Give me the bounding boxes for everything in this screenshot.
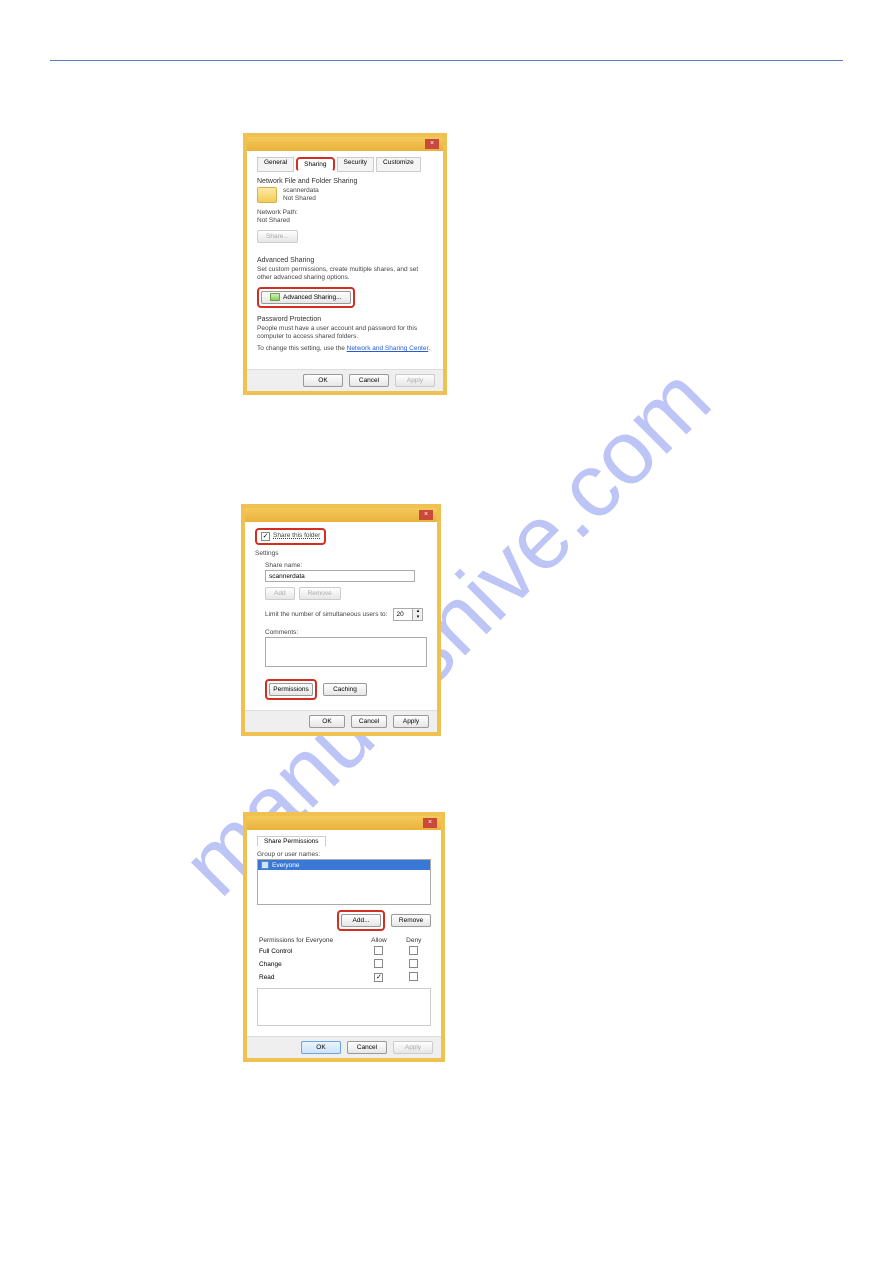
apply-button[interactable]: Apply <box>393 715 429 728</box>
tab-customize[interactable]: Customize <box>376 157 421 172</box>
header-rule <box>50 60 843 61</box>
allow-header: Allow <box>361 936 396 945</box>
network-path-label: Network Path: <box>257 209 433 217</box>
password-heading: Password Protection <box>257 316 433 323</box>
settings-label: Settings <box>255 550 427 558</box>
permissions-header: Permissions for Everyone <box>257 936 361 945</box>
folder-status-label: Not Shared <box>283 195 319 203</box>
share-button[interactable]: Share... <box>257 230 298 243</box>
remove-button[interactable]: Remove <box>391 914 431 927</box>
apply-button[interactable]: Apply <box>395 374 435 387</box>
titlebar: × <box>245 508 437 522</box>
close-icon[interactable]: × <box>419 510 433 520</box>
advanced-description: Set custom permissions, create multiple … <box>257 266 433 282</box>
spinner-down-icon[interactable]: ▾ <box>413 615 422 621</box>
limit-users-input[interactable] <box>394 609 412 620</box>
nfs-heading: Network File and Folder Sharing <box>257 178 433 185</box>
users-icon <box>261 861 269 869</box>
comments-textarea[interactable] <box>265 637 427 667</box>
tab-share-permissions[interactable]: Share Permissions <box>257 836 326 847</box>
change-allow-checkbox[interactable] <box>374 959 383 968</box>
password-description: People must have a user account and pass… <box>257 325 433 341</box>
titlebar: × <box>247 137 443 151</box>
list-item[interactable]: Everyone <box>258 860 430 870</box>
advanced-heading: Advanced Sharing <box>257 257 433 264</box>
group-item-label: Everyone <box>272 862 299 869</box>
perm-name: Full Control <box>257 945 361 958</box>
perm-name: Read <box>257 971 361 984</box>
close-icon[interactable]: × <box>425 139 439 149</box>
cancel-button[interactable]: Cancel <box>349 374 389 387</box>
cancel-button[interactable]: Cancel <box>351 715 387 728</box>
permissions-dialog: × Share Permissions Group or user names:… <box>243 812 445 1062</box>
advanced-sharing-label: Advanced Sharing... <box>283 294 342 301</box>
close-icon[interactable]: × <box>423 818 437 828</box>
deny-header: Deny <box>397 936 431 945</box>
tab-security[interactable]: Security <box>337 157 374 172</box>
group-names-label: Group or user names: <box>257 851 431 859</box>
share-folder-label: Share this folder <box>273 532 320 540</box>
table-row: Read ✓ <box>257 971 431 984</box>
perm-name: Change <box>257 958 361 971</box>
read-deny-checkbox[interactable] <box>409 972 418 981</box>
network-path-value: Not Shared <box>257 217 433 225</box>
tab-general[interactable]: General <box>257 157 294 172</box>
share-name-label: Share name: <box>265 562 427 570</box>
limit-users-spinner[interactable]: ▴▾ <box>393 608 423 621</box>
password-change-prefix: To change this setting, use the <box>257 345 345 352</box>
tab-strip: General Sharing Security Customize <box>257 157 433 172</box>
read-allow-checkbox[interactable]: ✓ <box>374 973 383 982</box>
add-button[interactable]: Add <box>265 587 295 600</box>
ok-button[interactable]: OK <box>309 715 345 728</box>
table-row: Full Control <box>257 945 431 958</box>
permissions-button[interactable]: Permissions <box>269 683 313 696</box>
apply-button[interactable]: Apply <box>393 1041 433 1054</box>
folder-icon <box>257 187 277 203</box>
fullcontrol-deny-checkbox[interactable] <box>409 946 418 955</box>
shield-icon <box>270 293 280 301</box>
add-button[interactable]: Add... <box>341 914 381 927</box>
document-page: manualshive.com × General Sharing Securi… <box>0 0 893 1263</box>
cancel-button[interactable]: Cancel <box>347 1041 387 1054</box>
share-folder-checkbox[interactable]: ✓ <box>261 532 270 541</box>
tab-sharing[interactable]: Sharing <box>296 157 334 172</box>
group-listbox[interactable]: Everyone <box>257 859 431 905</box>
comments-label: Comments: <box>265 629 427 637</box>
titlebar: × <box>247 816 441 830</box>
fullcontrol-allow-checkbox[interactable] <box>374 946 383 955</box>
limit-users-label: Limit the number of simultaneous users t… <box>265 611 387 619</box>
ok-button[interactable]: OK <box>303 374 343 387</box>
caching-button[interactable]: Caching <box>323 683 367 696</box>
remove-button[interactable]: Remove <box>299 587 341 600</box>
network-sharing-center-link[interactable]: Network and Sharing Center <box>347 345 429 352</box>
spacer-box <box>257 988 431 1026</box>
change-deny-checkbox[interactable] <box>409 959 418 968</box>
advanced-sharing-dialog: × ✓ Share this folder Settings Share nam… <box>241 504 441 736</box>
table-row: Change <box>257 958 431 971</box>
properties-dialog: × General Sharing Security Customize Net… <box>243 133 447 395</box>
advanced-sharing-button[interactable]: Advanced Sharing... <box>261 291 351 304</box>
ok-button[interactable]: OK <box>301 1041 341 1054</box>
share-name-input[interactable] <box>265 570 415 582</box>
folder-name-label: scannerdata <box>283 187 319 195</box>
